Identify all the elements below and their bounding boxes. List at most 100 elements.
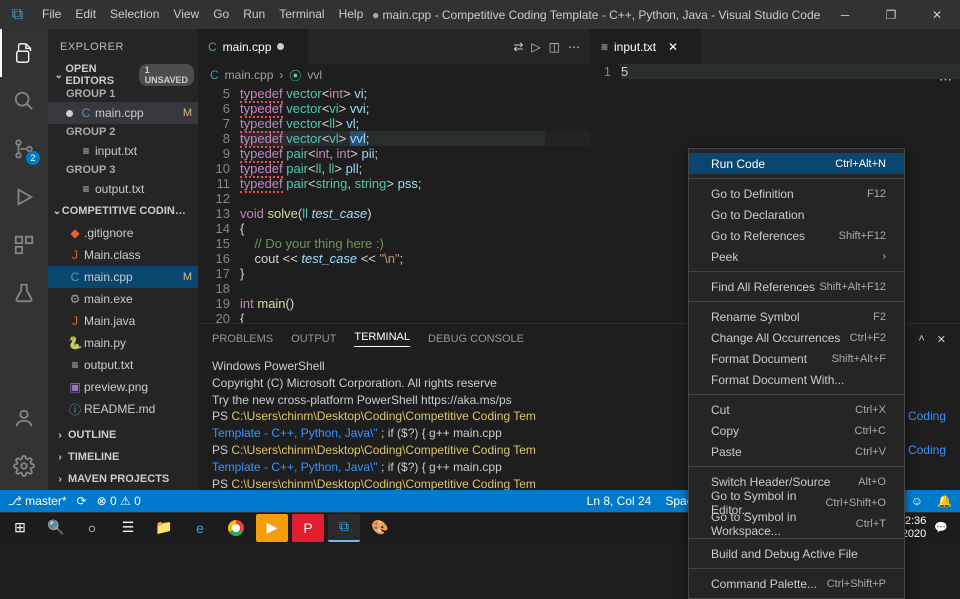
ctx-cut[interactable]: CutCtrl+X <box>689 399 904 420</box>
explorer-sidebar: EXPLORER ⌄OPEN EDITORS1 UNSAVED GROUP 1 … <box>48 29 198 490</box>
taskview-icon[interactable]: ☰ <box>112 514 144 542</box>
wps-icon[interactable]: P <box>292 514 324 542</box>
vscode-taskbar-icon[interactable]: ⧉ <box>328 514 360 542</box>
ctx-change-all[interactable]: Change All OccurrencesCtrl+F2 <box>689 327 904 348</box>
file-mainclass[interactable]: JMain.class <box>48 244 198 266</box>
terminal-tab-debug[interactable]: DEBUG CONSOLE <box>428 333 524 345</box>
maximize-panel-icon[interactable]: ˄ <box>918 333 924 345</box>
breadcrumb[interactable]: Cmain.cpp›⦿vvl <box>198 64 590 86</box>
project-section[interactable]: ⌄COMPETITIVE CODING TEMPLATE - C+... <box>48 200 198 222</box>
settings-icon[interactable] <box>0 442 48 490</box>
file-mainexe[interactable]: ⚙main.exe <box>48 288 198 310</box>
gutter: 56789101112131415161718192021222324 <box>198 86 240 323</box>
tabbar-right: ≡input.txt✕ <box>591 29 960 64</box>
close-button[interactable]: ✕ <box>914 0 960 29</box>
terminal-tab-terminal[interactable]: TERMINAL <box>354 331 410 347</box>
status-bell-icon[interactable]: 🔔 <box>937 494 952 508</box>
file-gitignore[interactable]: ◆.gitignore <box>48 222 198 244</box>
menu-go[interactable]: Go <box>206 0 236 29</box>
minimap[interactable] <box>545 86 590 323</box>
open-editor-maincpp[interactable]: Cmain.cppM <box>48 102 198 124</box>
chrome-icon[interactable] <box>220 514 252 542</box>
terminal-tab-problems[interactable]: PROBLEMS <box>212 333 273 345</box>
code-editor[interactable]: 56789101112131415161718192021222324 type… <box>198 86 590 323</box>
explorer-icon[interactable] <box>0 29 48 77</box>
outline-section[interactable]: ›OUTLINE <box>48 424 198 446</box>
open-editor-output[interactable]: ≡output.txt <box>48 178 198 200</box>
more-icon-right[interactable]: ⋯ <box>939 72 952 88</box>
group-2: GROUP 2 <box>48 124 198 140</box>
ctx-go-references[interactable]: Go to ReferencesShift+F12 <box>689 225 904 246</box>
extensions-icon[interactable] <box>0 221 48 269</box>
open-editors-section[interactable]: ⌄OPEN EDITORS1 UNSAVED <box>48 64 198 86</box>
file-maincpp[interactable]: Cmain.cppM <box>48 266 198 288</box>
paint-icon[interactable]: 🎨 <box>364 514 396 542</box>
titlebar: ⧉ File Edit Selection View Go Run Termin… <box>0 0 960 29</box>
ctx-command-palette[interactable]: Command Palette...Ctrl+Shift+P <box>689 573 904 594</box>
ctx-run-code[interactable]: Run CodeCtrl+Alt+N <box>689 153 904 174</box>
file-preview[interactable]: ▣preview.png <box>48 376 198 398</box>
scm-badge: 2 <box>26 151 40 165</box>
file-explorer-icon[interactable]: 📁 <box>148 514 180 542</box>
open-editor-input[interactable]: ≡input.txt <box>48 140 198 162</box>
app-icon-1[interactable]: ▶ <box>256 514 288 542</box>
menu-run[interactable]: Run <box>236 0 272 29</box>
status-lncol[interactable]: Ln 8, Col 24 <box>587 494 652 508</box>
ctx-go-definition[interactable]: Go to DefinitionF12 <box>689 183 904 204</box>
ctx-rename[interactable]: Rename SymbolF2 <box>689 306 904 327</box>
menu-file[interactable]: File <box>35 0 68 29</box>
status-sync[interactable]: ⟳ <box>77 494 87 508</box>
window-title: ● main.cpp - Competitive Coding Template… <box>370 8 822 22</box>
unsaved-badge: 1 UNSAVED <box>139 64 194 86</box>
file-mainjava[interactable]: JMain.java <box>48 310 198 332</box>
timeline-section[interactable]: ›TIMELINE <box>48 446 198 468</box>
terminal-tab-output[interactable]: OUTPUT <box>291 333 336 345</box>
close-tab-icon[interactable]: ✕ <box>668 40 678 54</box>
ctx-format-with[interactable]: Format Document With... <box>689 369 904 390</box>
menu-terminal[interactable]: Terminal <box>272 0 331 29</box>
search-taskbar-icon[interactable]: 🔍 <box>40 514 72 542</box>
menu-view[interactable]: View <box>166 0 206 29</box>
more-icon[interactable]: ⋯ <box>568 40 580 54</box>
editor-group-left: Cmain.cpp ⇄ ▷ ◫ ⋯ Cmain.cpp›⦿vvl 5678910… <box>198 29 960 490</box>
group-3: GROUP 3 <box>48 162 198 178</box>
run-icon[interactable]: ▷ <box>531 40 540 54</box>
ctx-build-debug[interactable]: Build and Debug Active File <box>689 543 904 564</box>
status-errors[interactable]: ⊗ 0 ⚠ 0 <box>97 494 141 508</box>
menu-selection[interactable]: Selection <box>103 0 166 29</box>
ctx-peek[interactable]: Peek› <box>689 246 904 267</box>
ctx-paste[interactable]: PasteCtrl+V <box>689 441 904 462</box>
search-icon[interactable] <box>0 77 48 125</box>
notifications-icon[interactable]: 💬 <box>934 521 948 534</box>
status-feedback-icon[interactable]: ☺ <box>911 494 923 508</box>
ctx-go-declaration[interactable]: Go to Declaration <box>689 204 904 225</box>
start-button[interactable]: ⊞ <box>4 514 36 542</box>
ctx-format[interactable]: Format DocumentShift+Alt+F <box>689 348 904 369</box>
file-outputtxt[interactable]: ≡output.txt <box>48 354 198 376</box>
run-debug-icon[interactable] <box>0 173 48 221</box>
test-icon[interactable] <box>0 269 48 317</box>
accounts-icon[interactable] <box>0 394 48 442</box>
file-mainpy[interactable]: 🐍main.py <box>48 332 198 354</box>
edge-icon[interactable]: e <box>184 514 216 542</box>
vscode-icon: ⧉ <box>0 6 35 24</box>
close-panel-icon[interactable]: ✕ <box>937 333 946 346</box>
file-readme[interactable]: ⓘREADME.md <box>48 398 198 420</box>
maximize-button[interactable]: ❐ <box>868 0 914 29</box>
minimize-button[interactable]: ─ <box>822 0 868 29</box>
cortana-icon[interactable]: ○ <box>76 514 108 542</box>
tab-input[interactable]: ≡input.txt✕ <box>591 29 701 64</box>
activity-bar: 2 <box>0 29 48 490</box>
menu-help[interactable]: Help <box>332 0 371 29</box>
ctx-symbol-workspace[interactable]: Go to Symbol in Workspace...Ctrl+T <box>689 513 904 534</box>
source-control-icon[interactable]: 2 <box>0 125 48 173</box>
maven-section[interactable]: ›MAVEN PROJECTS <box>48 468 198 490</box>
menu-edit[interactable]: Edit <box>68 0 103 29</box>
status-branch[interactable]: ⎇ master* <box>8 494 67 508</box>
tab-maincpp[interactable]: Cmain.cpp <box>198 29 308 64</box>
ctx-find-references[interactable]: Find All ReferencesShift+Alt+F12 <box>689 276 904 297</box>
tabbar-left: Cmain.cpp ⇄ ▷ ◫ ⋯ <box>198 29 590 64</box>
split-icon[interactable]: ◫ <box>549 40 560 54</box>
compare-icon[interactable]: ⇄ <box>513 40 523 54</box>
ctx-copy[interactable]: CopyCtrl+C <box>689 420 904 441</box>
